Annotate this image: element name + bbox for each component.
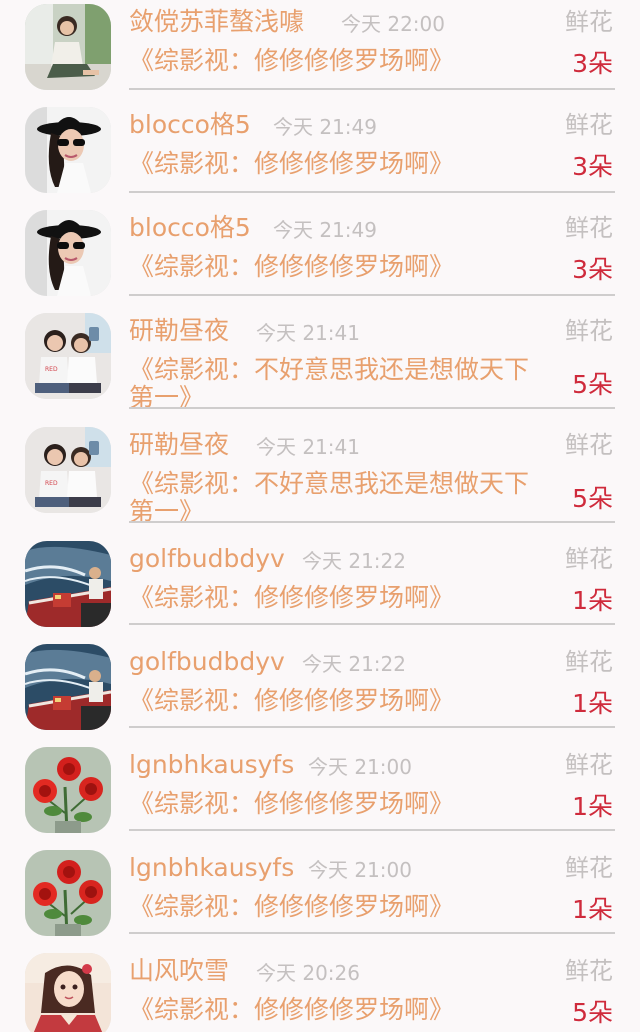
row-divider [129,407,615,409]
gift-time: 今天 21:00 [308,755,412,779]
gift-time: 今天 21:22 [302,549,406,573]
user-avatar[interactable] [25,747,111,833]
gift-type-label: 鲜花 [565,751,613,779]
gift-type-label: 鲜花 [565,317,613,345]
row-divider [129,932,615,934]
svg-text:RED: RED [45,480,58,487]
gift-record-row[interactable]: RED 研勒昼夜 今天 21:41 鲜花 《综影视：不好意思我还是想做天下第一》… [0,423,640,527]
user-avatar[interactable] [25,644,111,730]
sender-name[interactable]: lgnbhkausyfs [129,850,294,886]
gift-count: 1朵 [572,689,613,718]
gift-count: 3朵 [572,255,613,284]
gift-time: 今天 21:41 [256,321,360,345]
sender-name[interactable]: golfbudbdyv [129,541,285,577]
sender-name[interactable]: lgnbhkausyfs [129,747,294,783]
row-divider [129,623,615,625]
gift-record-row[interactable]: lgnbhkausyfs 今天 21:00 鲜花 《综影视：修修修修罗场啊》 1… [0,846,640,940]
sender-name[interactable]: blocco格5 [129,210,251,246]
sender-name[interactable]: golfbudbdyv [129,644,285,680]
book-title-link[interactable]: 《综影视：修修修修罗场啊》 [129,893,549,921]
user-avatar[interactable] [25,107,111,193]
gift-count: 1朵 [572,792,613,821]
gift-count: 5朵 [572,370,613,399]
row-divider [129,88,615,90]
gift-time: 今天 21:22 [302,652,406,676]
sender-name[interactable]: 敛傥苏菲螯浅噱 [129,4,304,40]
gift-record-row[interactable]: blocco格5 今天 21:49 鲜花 《综影视：修修修修罗场啊》 3朵 [0,206,640,300]
gift-time: 今天 22:00 [341,12,445,36]
gift-type-label: 鲜花 [565,8,613,36]
gift-type-label: 鲜花 [565,957,613,985]
gift-type-label: 鲜花 [565,854,613,882]
gift-count: 3朵 [572,152,613,181]
user-avatar[interactable]: RED [25,427,111,513]
gift-time: 今天 21:00 [308,858,412,882]
gift-time: 今天 21:41 [256,435,360,459]
gift-type-label: 鲜花 [565,545,613,573]
gift-record-list: 敛傥苏菲螯浅噱 今天 22:00 鲜花 《综影视：修修修修罗场啊》 3朵 blo… [0,0,640,1032]
gift-count: 1朵 [572,895,613,924]
book-title-link[interactable]: 《综影视：修修修修罗场啊》 [129,687,549,715]
gift-count: 5朵 [572,484,613,513]
user-avatar[interactable] [25,953,111,1032]
sender-name[interactable]: 研勒昼夜 [129,427,229,463]
sender-name[interactable]: blocco格5 [129,107,251,143]
book-title-link[interactable]: 《综影视：不好意思我还是想做天下第一》 [129,356,549,412]
book-title-link[interactable]: 《综影视：修修修修罗场啊》 [129,253,549,281]
row-divider [129,829,615,831]
book-title-link[interactable]: 《综影视：不好意思我还是想做天下第一》 [129,470,549,526]
sender-name[interactable]: 山风吹雪 [129,953,229,989]
book-title-link[interactable]: 《综影视：修修修修罗场啊》 [129,584,549,612]
gift-count: 3朵 [572,49,613,78]
gift-type-label: 鲜花 [565,648,613,676]
gift-type-label: 鲜花 [565,111,613,139]
user-avatar[interactable]: RED [25,313,111,399]
svg-text:RED: RED [45,366,58,373]
row-divider [129,726,615,728]
row-divider [129,294,615,296]
book-title-link[interactable]: 《综影视：修修修修罗场啊》 [129,790,549,818]
book-title-link[interactable]: 《综影视：修修修修罗场啊》 [129,47,549,75]
gift-count: 1朵 [572,586,613,615]
gift-time: 今天 20:26 [256,961,360,985]
row-divider [129,191,615,193]
sender-name[interactable]: 研勒昼夜 [129,313,229,349]
book-title-link[interactable]: 《综影视：修修修修罗场啊》 [129,996,549,1024]
gift-time: 今天 21:49 [273,218,377,242]
gift-type-label: 鲜花 [565,214,613,242]
gift-record-row[interactable]: 敛傥苏菲螯浅噱 今天 22:00 鲜花 《综影视：修修修修罗场啊》 3朵 [0,0,640,94]
gift-record-row[interactable]: golfbudbdyv 今天 21:22 鲜花 《综影视：修修修修罗场啊》 1朵 [0,537,640,631]
user-avatar[interactable] [25,541,111,627]
gift-count: 5朵 [572,998,613,1027]
user-avatar[interactable] [25,850,111,936]
row-divider [129,521,615,523]
user-avatar[interactable] [25,4,111,90]
gift-type-label: 鲜花 [565,431,613,459]
gift-record-row[interactable]: RED 研勒昼夜 今天 21:41 鲜花 《综影视：不好意思我还是想做天下第一》… [0,309,640,413]
user-avatar[interactable] [25,210,111,296]
gift-record-row[interactable]: lgnbhkausyfs 今天 21:00 鲜花 《综影视：修修修修罗场啊》 1… [0,743,640,837]
gift-record-row[interactable]: blocco格5 今天 21:49 鲜花 《综影视：修修修修罗场啊》 3朵 [0,103,640,197]
gift-time: 今天 21:49 [273,115,377,139]
gift-record-row[interactable]: golfbudbdyv 今天 21:22 鲜花 《综影视：修修修修罗场啊》 1朵 [0,640,640,734]
gift-record-row[interactable]: 山风吹雪 今天 20:26 鲜花 《综影视：修修修修罗场啊》 5朵 [0,949,640,1032]
book-title-link[interactable]: 《综影视：修修修修罗场啊》 [129,150,549,178]
